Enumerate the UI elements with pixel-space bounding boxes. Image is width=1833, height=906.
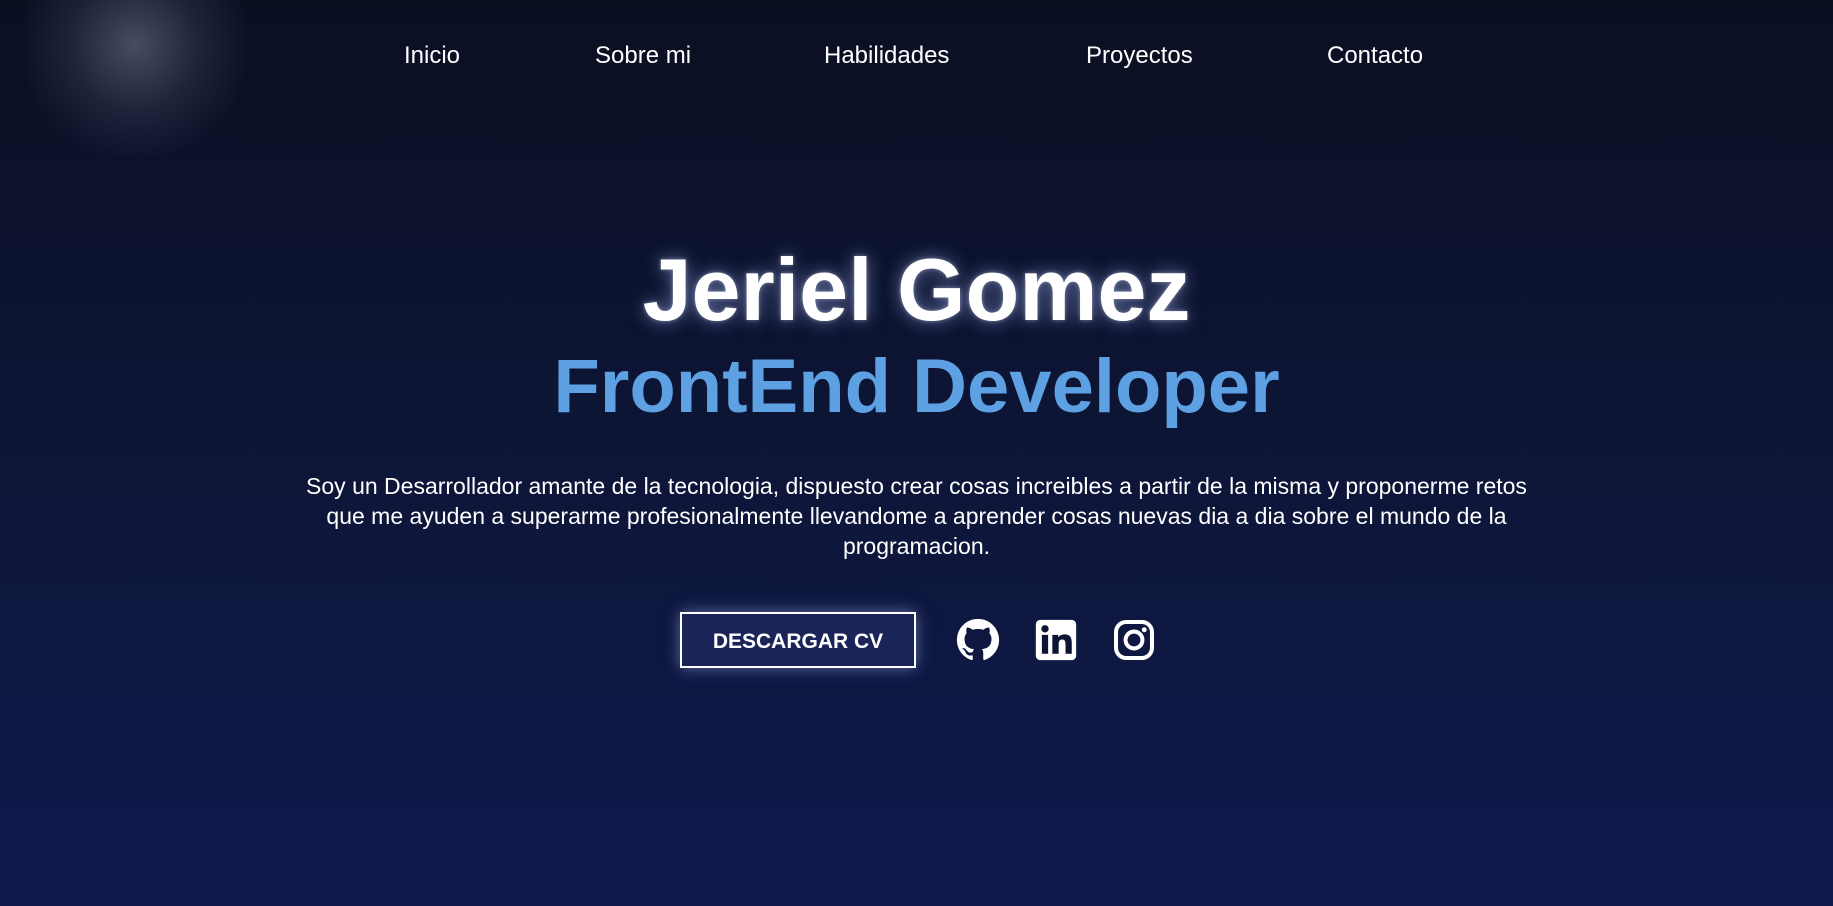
linkedin-icon (1035, 619, 1077, 661)
linkedin-link[interactable] (1034, 618, 1078, 662)
hero-name: Jeriel Gomez (642, 240, 1191, 339)
download-cv-button[interactable]: DESCARGAR CV (680, 612, 916, 668)
instagram-link[interactable] (1112, 618, 1156, 662)
github-link[interactable] (956, 618, 1000, 662)
hero-section: Jeriel Gomez FrontEnd Developer Soy un D… (0, 0, 1833, 906)
instagram-icon (1114, 620, 1154, 660)
hero-bio: Soy un Desarrollador amante de la tecnol… (306, 473, 1527, 559)
github-icon (956, 618, 1000, 661)
hero-role: FrontEnd Developer (553, 344, 1280, 429)
